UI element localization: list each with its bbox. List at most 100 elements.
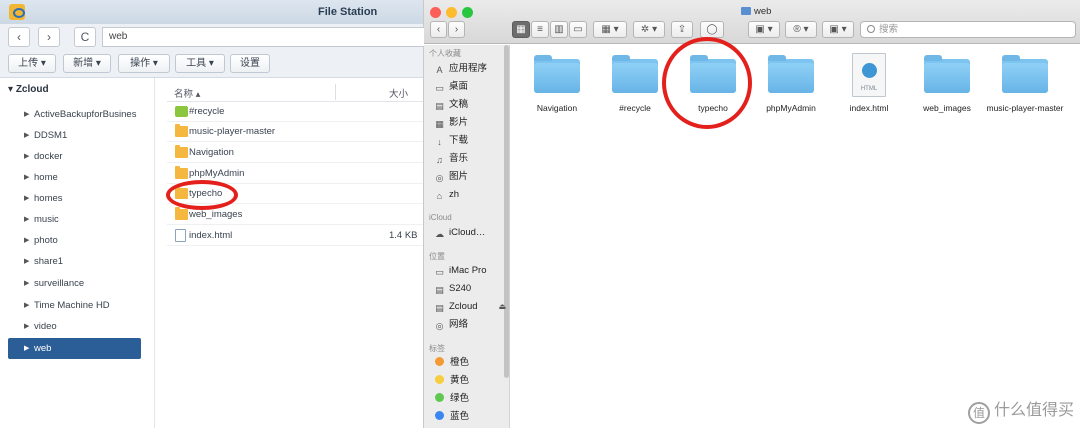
sidebar-item-imac-pro[interactable]: ▭ iMac Pro: [434, 262, 506, 280]
sidebar-item-movies[interactable]: ▦ 影片: [434, 114, 506, 132]
list-view-button[interactable]: ≡: [531, 21, 549, 38]
sidebar-item-zcloud[interactable]: ▤ Zcloud ⏏: [434, 298, 506, 316]
folder-item[interactable]: phpMyAdmin: [752, 53, 830, 114]
tree-item[interactable]: ▶ home: [8, 167, 141, 188]
back-button[interactable]: ‹: [430, 21, 447, 38]
cloud-icon: ☁: [435, 229, 444, 239]
settings-button[interactable]: 设置: [230, 54, 270, 73]
sidebar-item-label: 影片: [449, 117, 469, 128]
sidebar-item-network[interactable]: ◎ 网络: [434, 316, 506, 334]
close-icon[interactable]: [430, 7, 441, 18]
file-row[interactable]: music-player-master: [167, 122, 423, 142]
file-list: 名称 ▴ 大小 #recycle music-player-master Nav…: [167, 78, 423, 428]
sidebar-item-pictures[interactable]: ◎ 图片: [434, 168, 506, 186]
tree-root[interactable]: ▾ Zcloud: [8, 84, 49, 95]
tree-item-label: DDSM1: [34, 130, 68, 141]
app-menu-button[interactable]: ▣ ▾: [822, 21, 854, 38]
icon-view-button[interactable]: ▦: [512, 21, 530, 38]
file-name: index.html: [189, 230, 233, 241]
file-name: music-player-master: [189, 126, 276, 137]
finder-titlebar: web ‹ › ▦ ≡ ▥ ▭ ▦ ▾ ✲ ▾ ⇪ ◯ ▣ ▾ ® ▾ ▣ ▾ …: [424, 0, 1080, 44]
tree-item[interactable]: ▶ docker: [8, 146, 141, 167]
sidebar-item-label: 桌面: [449, 81, 469, 92]
tree-item[interactable]: ▶ video: [8, 316, 141, 337]
server-icon: ▤: [435, 303, 444, 313]
music-icon: ♫: [436, 155, 443, 165]
eject-icon[interactable]: ⏏: [498, 298, 506, 316]
sidebar-item-s240[interactable]: ▤ S240: [434, 280, 506, 298]
finder-window: web ‹ › ▦ ≡ ▥ ▭ ▦ ▾ ✲ ▾ ⇪ ◯ ▣ ▾ ® ▾ ▣ ▾ …: [424, 0, 1080, 428]
chevron-right-icon: ▶: [24, 195, 30, 202]
tag-button[interactable]: ◯: [700, 21, 724, 38]
sidebar-tag-green[interactable]: 绿色: [434, 390, 506, 408]
tree-item[interactable]: ▶ ActiveBackupforBusines: [8, 104, 141, 125]
column-divider[interactable]: [335, 84, 336, 100]
folder-icon: [1002, 55, 1048, 93]
file-row[interactable]: #recycle: [167, 102, 423, 122]
minimize-icon[interactable]: [446, 7, 457, 18]
dropbox-button[interactable]: ▣ ▾: [748, 21, 780, 38]
search-input[interactable]: 搜索: [860, 21, 1076, 38]
gallery-view-button[interactable]: ▭: [569, 21, 587, 38]
path-input[interactable]: web: [102, 27, 432, 47]
sidebar-item-documents[interactable]: ▤ 文稿: [434, 96, 506, 114]
tree-item-selected[interactable]: ▶ web: [8, 338, 141, 359]
tree-item[interactable]: ▶ share1: [8, 251, 141, 272]
action-button[interactable]: 操作 ▾: [118, 54, 170, 73]
create-button[interactable]: 新增 ▾: [63, 54, 111, 73]
tree-item[interactable]: ▶ photo: [8, 230, 141, 251]
home-icon: ⌂: [436, 191, 443, 201]
sidebar-item-label: zh: [449, 189, 460, 200]
tools-button[interactable]: 工具 ▾: [175, 54, 225, 73]
sidebar-tag-yellow[interactable]: 黄色: [434, 372, 506, 390]
tree-item[interactable]: ▶ homes: [8, 188, 141, 209]
sidebar-tag-blue[interactable]: 蓝色: [434, 408, 506, 426]
item-label: web_images: [923, 103, 971, 113]
drive-icon: ▤: [435, 285, 444, 295]
file-name: web_images: [189, 209, 243, 220]
tag-dot-icon: [435, 357, 444, 366]
sidebar-item-icloud-drive[interactable]: ☁ iCloud…: [434, 224, 506, 242]
share-button[interactable]: ⇪: [671, 21, 693, 38]
sidebar-item-label: 图片: [449, 171, 469, 182]
tree-item[interactable]: ▶ surveillance: [8, 273, 141, 294]
sidebar-item-label: 应用程序: [449, 63, 488, 74]
chevron-right-icon: ▶: [24, 302, 30, 309]
sidebar-item-downloads[interactable]: ↓ 下载: [434, 132, 506, 150]
sidebar-item-label: 橙色: [450, 357, 470, 368]
column-view-button[interactable]: ▥: [550, 21, 568, 38]
folder-item[interactable]: music-player-master: [986, 53, 1064, 114]
size-column-header[interactable]: 大小: [389, 86, 408, 100]
action-button[interactable]: ✲ ▾: [633, 21, 665, 38]
name-column-header[interactable]: 名称 ▴: [174, 86, 200, 100]
folder-icon: [534, 55, 580, 93]
network-icon: ◎: [435, 321, 444, 331]
folder-icon: [175, 166, 188, 179]
sidebar-item-music[interactable]: ♫ 音乐: [434, 150, 506, 168]
tree-item[interactable]: ▶ DDSM1: [8, 125, 141, 146]
back-button[interactable]: ‹: [8, 27, 30, 47]
file-row[interactable]: Navigation: [167, 143, 423, 163]
forward-button[interactable]: ›: [38, 27, 60, 47]
tree-item[interactable]: ▶ music: [8, 209, 141, 230]
upload-button[interactable]: 上传 ▾: [8, 54, 56, 73]
refresh-button[interactable]: C: [74, 27, 96, 47]
chevron-right-icon: ▶: [24, 153, 30, 160]
zoom-icon[interactable]: [462, 7, 473, 18]
sidebar-item-applications[interactable]: A 应用程序: [434, 60, 506, 78]
forward-button[interactable]: ›: [448, 21, 465, 38]
downloads-icon: ↓: [437, 137, 442, 147]
folder-icon: [175, 145, 188, 158]
file-row[interactable]: index.html 1.4 KB: [167, 226, 423, 246]
folder-item[interactable]: Navigation: [518, 53, 596, 114]
sidebar-item-home[interactable]: ⌂ zh: [434, 186, 506, 204]
sidebar-section-locations: 位置: [429, 252, 445, 261]
tree-item[interactable]: ▶ Time Machine HD: [8, 295, 141, 316]
sidebar-item-desktop[interactable]: ▭ 桌面: [434, 78, 506, 96]
file-item[interactable]: HTML index.html: [830, 53, 908, 114]
r-menu-button[interactable]: ® ▾: [785, 21, 817, 38]
folder-item[interactable]: web_images: [908, 53, 986, 114]
sidebar-tag-orange[interactable]: 橙色: [434, 354, 506, 372]
group-button[interactable]: ▦ ▾: [593, 21, 627, 38]
sidebar-section-icloud: iCloud: [429, 213, 452, 222]
